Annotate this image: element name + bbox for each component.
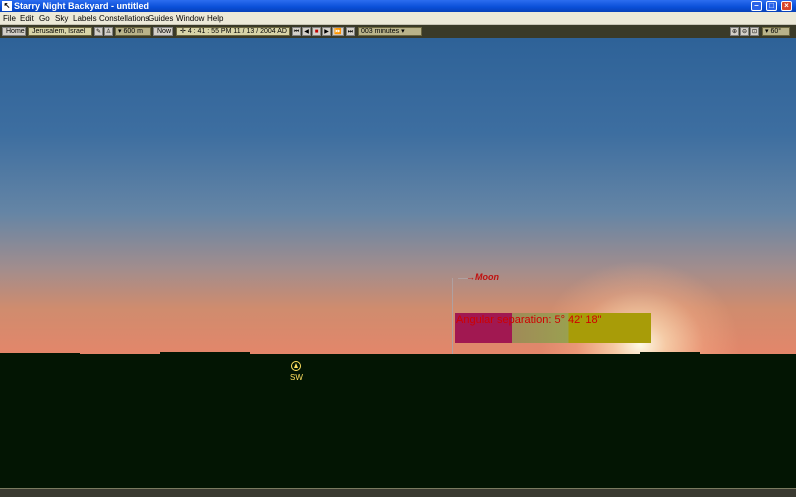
fov-dropdown[interactable]: ▾ 60°: [762, 27, 790, 36]
elevation-dropdown[interactable]: ▾ 600 m: [115, 27, 151, 36]
angular-separation-text: Angular separation: 5° 42' 18": [456, 314, 602, 326]
pencil-icon[interactable]: ✎: [94, 27, 103, 36]
now-button[interactable]: Now: [153, 27, 173, 36]
arrow-icon: →: [466, 272, 475, 282]
crosshair-icon: ✛: [180, 28, 186, 35]
menu-bar: File Edit Go Sky Labels Constellations G…: [0, 12, 796, 25]
title-bar: ↖ Starry Night Backyard - untitled – □ ×: [0, 0, 796, 12]
date-value: 11 / 13 / 2004 AD: [233, 28, 287, 35]
compass-direction-label: SW: [290, 373, 303, 382]
home-button[interactable]: Home: [2, 27, 26, 36]
bottom-edge: [0, 488, 796, 497]
close-icon[interactable]: ×: [781, 1, 792, 11]
reverse-icon[interactable]: ◀: [302, 27, 311, 36]
app-cursor-icon: ↖: [2, 1, 12, 11]
compass-icon[interactable]: [291, 361, 301, 371]
zoom-out-icon[interactable]: ⊖: [740, 27, 749, 36]
ground: [0, 354, 796, 488]
menu-constellations[interactable]: Constellations: [99, 12, 149, 25]
menu-window[interactable]: Window: [176, 12, 204, 25]
time-value: 4 : 41 : 55 PM: [187, 28, 232, 35]
minimize-icon[interactable]: –: [751, 1, 762, 11]
moon-label-text: Moon: [475, 272, 499, 282]
moon-label[interactable]: →Moon: [466, 272, 499, 282]
menu-guides[interactable]: Guides: [148, 12, 173, 25]
menu-labels[interactable]: Labels: [73, 12, 97, 25]
person-icon[interactable]: ♙: [104, 27, 113, 36]
menu-go[interactable]: Go: [39, 12, 50, 25]
play-icon[interactable]: ▶: [322, 27, 331, 36]
datetime-field[interactable]: ✛ 4 : 41 : 55 PM 11 / 13 / 2004 AD: [176, 27, 290, 36]
time-step-dropdown[interactable]: 003 minutes ▾: [358, 27, 422, 36]
toolbar: Home Jerusalem, Israel ✎ ♙ ▾ 600 m Now ✛…: [0, 25, 796, 38]
stop-icon[interactable]: ■: [312, 27, 321, 36]
menu-edit[interactable]: Edit: [20, 12, 34, 25]
menu-file[interactable]: File: [3, 12, 16, 25]
step-forward-icon[interactable]: ⏭: [346, 27, 355, 36]
zoom-reset-icon[interactable]: ⊡: [750, 27, 759, 36]
location-field[interactable]: Jerusalem, Israel: [28, 27, 92, 36]
step-back-icon[interactable]: ⏮: [292, 27, 301, 36]
menu-help[interactable]: Help: [207, 12, 223, 25]
window-title: Starry Night Backyard - untitled: [14, 1, 150, 11]
menu-sky[interactable]: Sky: [55, 12, 68, 25]
moon-marker-line: [452, 278, 453, 354]
zoom-in-icon[interactable]: ⊕: [730, 27, 739, 36]
maximize-icon[interactable]: □: [766, 1, 777, 11]
fast-forward-icon[interactable]: ⏩: [332, 27, 344, 36]
